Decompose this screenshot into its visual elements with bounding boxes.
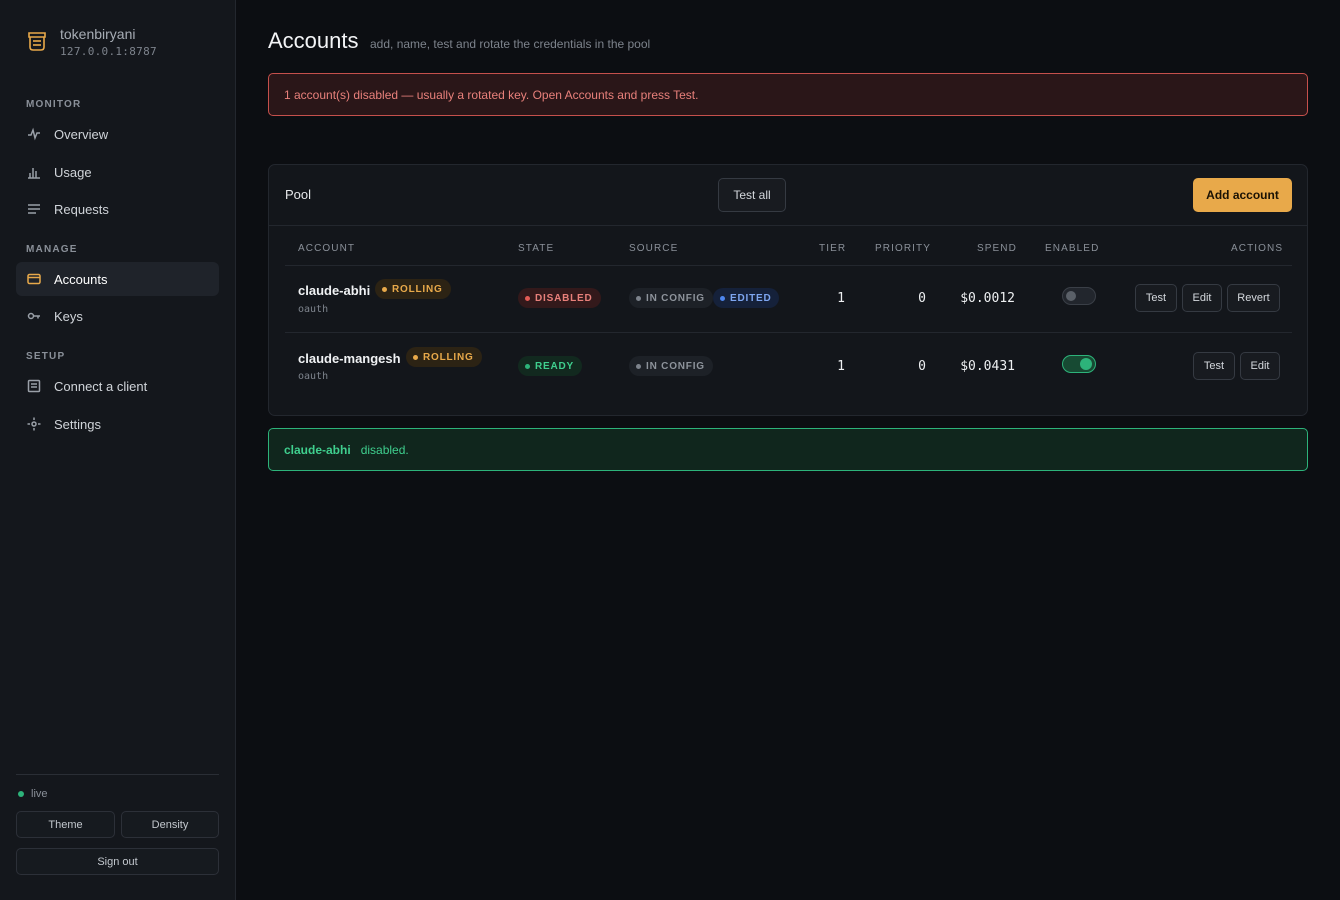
test-button[interactable]: Test (1135, 284, 1177, 312)
section-label-monitor: MONITOR (26, 99, 82, 110)
page-title: Accounts (268, 28, 359, 53)
dot-icon (636, 363, 641, 369)
toggle-knob (1066, 291, 1076, 301)
tier-value: 1 (837, 359, 845, 374)
brand-name: tokenbiryani (60, 26, 136, 42)
section-label-setup: SETUP (26, 351, 66, 362)
sidebar-item-label: Usage (54, 164, 92, 180)
divider (285, 265, 1292, 266)
test-all-button[interactable]: Test all (718, 178, 786, 212)
badge-label: ROLLING (423, 351, 474, 363)
sidebar-item-requests[interactable]: Requests (16, 192, 219, 226)
column-header-spend: SPEND (977, 243, 1017, 254)
dot-icon (636, 295, 641, 301)
divider (16, 774, 219, 775)
state-label: DISABLED (535, 292, 593, 304)
column-header-actions: ACTIONS (1231, 243, 1284, 254)
revert-button[interactable]: Revert (1227, 284, 1280, 312)
disabled-accounts-alert: 1 account(s) disabled — usually a rotate… (268, 73, 1308, 116)
account-name: claude-abhi (298, 283, 371, 298)
edited-badge: EDITED (713, 288, 780, 308)
priority-value: 0 (918, 291, 926, 306)
page-subtitle: add, name, test and rotate the credentia… (370, 37, 651, 51)
sidebar: tokenbiryani 127.0.0.1:8787 MONITOR Over… (0, 0, 236, 900)
status-dot-icon (18, 791, 24, 797)
theme-button[interactable]: Theme (16, 811, 115, 838)
density-button[interactable]: Density (121, 811, 219, 838)
status-toast: claude-abhi disabled. (268, 428, 1308, 471)
dot-icon (413, 354, 418, 360)
column-header-state: STATE (518, 243, 555, 254)
section-label-manage: MANAGE (26, 244, 78, 255)
sidebar-item-overview[interactable]: Overview (16, 117, 219, 151)
dot-icon (382, 286, 387, 292)
source-label: IN CONFIG (646, 292, 705, 304)
sidebar-item-label: Overview (54, 126, 109, 142)
add-account-button[interactable]: Add account (1193, 178, 1292, 212)
sidebar-item-label: Requests (54, 201, 109, 217)
column-header-tier: TIER (819, 243, 847, 254)
edit-button[interactable]: Edit (1240, 352, 1280, 380)
divider (285, 332, 1292, 333)
dot-icon (525, 295, 530, 301)
account-auth: oauth (298, 371, 329, 382)
account-auth: oauth (298, 304, 329, 315)
test-button[interactable]: Test (1193, 352, 1235, 380)
column-header-account: ACCOUNT (298, 243, 356, 254)
logo-icon (28, 32, 46, 51)
edit-button[interactable]: Edit (1182, 284, 1222, 312)
bar-chart-icon (26, 164, 42, 180)
source-badge: IN CONFIG (629, 356, 713, 376)
sidebar-item-label: Keys (54, 308, 83, 324)
sidebar-item-connect-client[interactable]: Connect a client (16, 369, 219, 403)
state-badge: READY (518, 356, 583, 376)
account-name: claude-mangesh (298, 351, 401, 366)
sidebar-item-usage[interactable]: Usage (16, 155, 219, 189)
plug-icon (26, 378, 42, 394)
enabled-toggle[interactable] (1062, 287, 1096, 305)
sidebar-item-settings[interactable]: Settings (16, 407, 219, 441)
pool-card: Pool Test all Add account ACCOUNT STATE … (268, 164, 1308, 416)
rolling-badge: ROLLING (406, 347, 482, 367)
brand-host: 127.0.0.1:8787 (60, 45, 157, 58)
badge-label: ROLLING (392, 283, 443, 295)
card-icon (26, 271, 42, 287)
column-header-priority: PRIORITY (875, 243, 932, 254)
toast-account-name: claude-abhi (284, 442, 351, 457)
rolling-badge: ROLLING (375, 279, 451, 299)
signout-button[interactable]: Sign out (16, 848, 219, 875)
priority-value: 0 (918, 359, 926, 374)
settings-icon (26, 416, 42, 432)
enabled-toggle[interactable] (1062, 355, 1096, 373)
source-label: EDITED (730, 292, 772, 304)
toast-message: disabled. (360, 442, 409, 457)
column-header-source: SOURCE (629, 243, 679, 254)
source-badge: IN CONFIG (629, 288, 713, 308)
brand: tokenbiryani 127.0.0.1:8787 (26, 26, 157, 58)
state-label: READY (535, 360, 575, 372)
live-label: live (31, 788, 48, 800)
list-icon (26, 201, 42, 217)
dot-icon (525, 363, 530, 369)
toggle-knob (1080, 358, 1092, 370)
spend-value: $0.0431 (960, 359, 1015, 374)
activity-icon (26, 126, 42, 142)
sidebar-item-label: Connect a client (54, 378, 148, 394)
live-status: live (18, 788, 48, 800)
key-icon (26, 308, 42, 324)
pool-card-header: Pool Test all Add account (269, 165, 1307, 226)
dot-icon (720, 295, 725, 301)
state-badge: DISABLED (518, 288, 601, 308)
column-header-enabled: ENABLED (1045, 243, 1100, 254)
sidebar-item-label: Settings (54, 416, 101, 432)
sidebar-item-keys[interactable]: Keys (16, 299, 219, 333)
pool-title: Pool (285, 187, 312, 202)
spend-value: $0.0012 (960, 291, 1015, 306)
alert-text: 1 account(s) disabled — usually a rotate… (284, 87, 699, 102)
sidebar-item-label: Accounts (54, 271, 108, 287)
sidebar-item-accounts[interactable]: Accounts (16, 262, 219, 296)
source-label: IN CONFIG (646, 360, 705, 372)
tier-value: 1 (837, 291, 845, 306)
